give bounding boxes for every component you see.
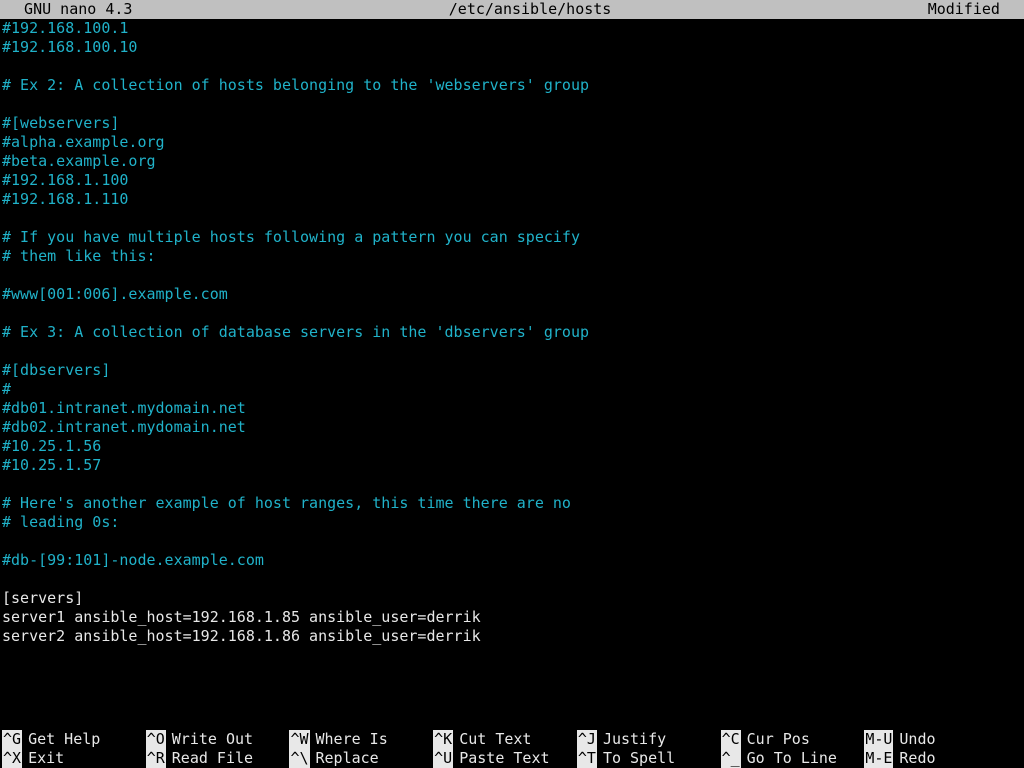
shortcut-key: ^R <box>146 749 166 768</box>
title-bar: GNU nano 4.3 /etc/ansible/hosts Modified <box>0 0 1024 19</box>
editor-line[interactable]: #192.168.100.10 <box>2 38 1022 57</box>
editor-line[interactable] <box>2 95 1022 114</box>
shortcut-key: ^O <box>146 730 166 749</box>
file-path: /etc/ansible/hosts <box>132 0 927 19</box>
editor-line[interactable]: #192.168.100.1 <box>2 19 1022 38</box>
shortcut-key: ^_ <box>721 749 741 768</box>
help-item[interactable]: ^W Where Is <box>289 730 433 749</box>
help-item[interactable]: ^G Get Help <box>0 730 146 749</box>
shortcut-label: Exit <box>28 749 64 768</box>
editor-line[interactable]: [servers] <box>2 589 1022 608</box>
shortcut-label: Read File <box>172 749 253 768</box>
editor-line[interactable]: #beta.example.org <box>2 152 1022 171</box>
help-item[interactable]: ^K Cut Text <box>433 730 577 749</box>
help-item[interactable]: ^C Cur Pos <box>721 730 865 749</box>
editor-line[interactable]: #db01.intranet.mydomain.net <box>2 399 1022 418</box>
editor-buffer[interactable]: #192.168.100.1#192.168.100.10 # Ex 2: A c… <box>0 19 1024 730</box>
editor-line[interactable]: server2 ansible_host=192.168.1.86 ansibl… <box>2 627 1022 646</box>
shortcut-label: Go To Line <box>747 749 837 768</box>
help-row-1: ^G Get Help ^O Write Out ^W Where Is ^K Cut Tex… <box>0 730 1024 749</box>
help-item[interactable]: ^R Read File <box>146 749 290 768</box>
shortcut-label: Replace <box>316 749 379 768</box>
help-item[interactable]: ^J Justify <box>577 730 721 749</box>
shortcut-key: ^U <box>433 749 453 768</box>
editor-line[interactable]: #192.168.1.110 <box>2 190 1022 209</box>
help-item[interactable]: ^X Exit <box>0 749 146 768</box>
shortcut-key: M-U <box>864 730 893 749</box>
editor-line[interactable]: # Ex 2: A collection of hosts belonging … <box>2 76 1022 95</box>
editor-line[interactable] <box>2 57 1022 76</box>
help-item[interactable]: ^\ Replace <box>289 749 433 768</box>
editor-line[interactable] <box>2 570 1022 589</box>
help-item[interactable]: ^_ Go To Line <box>721 749 865 768</box>
shortcut-label: Write Out <box>172 730 253 749</box>
editor-line[interactable]: # <box>2 380 1022 399</box>
help-item[interactable]: ^U Paste Text <box>433 749 577 768</box>
shortcut-key: ^K <box>433 730 453 749</box>
help-item[interactable]: M-U Undo <box>864 730 1024 749</box>
help-item[interactable]: M-E Redo <box>864 749 1024 768</box>
editor-line[interactable]: server1 ansible_host=192.168.1.85 ansibl… <box>2 608 1022 627</box>
shortcut-label: Justify <box>603 730 666 749</box>
shortcut-label: Cut Text <box>459 730 531 749</box>
help-bar: ^G Get Help ^O Write Out ^W Where Is ^K Cut Tex… <box>0 730 1024 768</box>
editor-line[interactable] <box>2 342 1022 361</box>
editor-line[interactable]: #10.25.1.57 <box>2 456 1022 475</box>
editor-line[interactable] <box>2 209 1022 228</box>
editor-line[interactable]: # Here's another example of host ranges,… <box>2 494 1022 513</box>
editor-line[interactable]: #10.25.1.56 <box>2 437 1022 456</box>
help-row-2: ^X Exit ^R Read File ^\ Replace ^U Paste Text ^T… <box>0 749 1024 768</box>
help-item[interactable]: ^T To Spell <box>577 749 721 768</box>
editor-line[interactable] <box>2 266 1022 285</box>
editor-line[interactable]: #192.168.1.100 <box>2 171 1022 190</box>
editor-line[interactable] <box>2 532 1022 551</box>
shortcut-label: Redo <box>899 749 935 768</box>
editor-line[interactable] <box>2 475 1022 494</box>
editor-line[interactable] <box>2 304 1022 323</box>
editor-line[interactable]: #db-[99:101]-node.example.com <box>2 551 1022 570</box>
shortcut-label: Undo <box>899 730 935 749</box>
editor-line[interactable]: # them like this: <box>2 247 1022 266</box>
shortcut-key: ^C <box>721 730 741 749</box>
app-name: GNU nano 4.3 <box>6 0 132 19</box>
editor-line[interactable]: #[dbservers] <box>2 361 1022 380</box>
shortcut-key: ^G <box>2 730 22 749</box>
shortcut-key: ^W <box>289 730 309 749</box>
help-item[interactable]: ^O Write Out <box>146 730 290 749</box>
shortcut-label: Cur Pos <box>747 730 810 749</box>
shortcut-key: ^\ <box>289 749 309 768</box>
editor-line[interactable]: #alpha.example.org <box>2 133 1022 152</box>
shortcut-label: Paste Text <box>459 749 549 768</box>
shortcut-label: Where Is <box>316 730 388 749</box>
modified-status: Modified <box>928 0 1018 19</box>
shortcut-label: Get Help <box>28 730 100 749</box>
editor-line[interactable]: # leading 0s: <box>2 513 1022 532</box>
editor-line[interactable]: #www[001:006].example.com <box>2 285 1022 304</box>
editor-line[interactable]: #db02.intranet.mydomain.net <box>2 418 1022 437</box>
shortcut-label: To Spell <box>603 749 675 768</box>
editor-line[interactable]: # Ex 3: A collection of database servers… <box>2 323 1022 342</box>
editor-line[interactable]: # If you have multiple hosts following a… <box>2 228 1022 247</box>
shortcut-key: ^T <box>577 749 597 768</box>
shortcut-key: ^X <box>2 749 22 768</box>
shortcut-key: ^J <box>577 730 597 749</box>
editor-line[interactable]: #[webservers] <box>2 114 1022 133</box>
shortcut-key: M-E <box>864 749 893 768</box>
